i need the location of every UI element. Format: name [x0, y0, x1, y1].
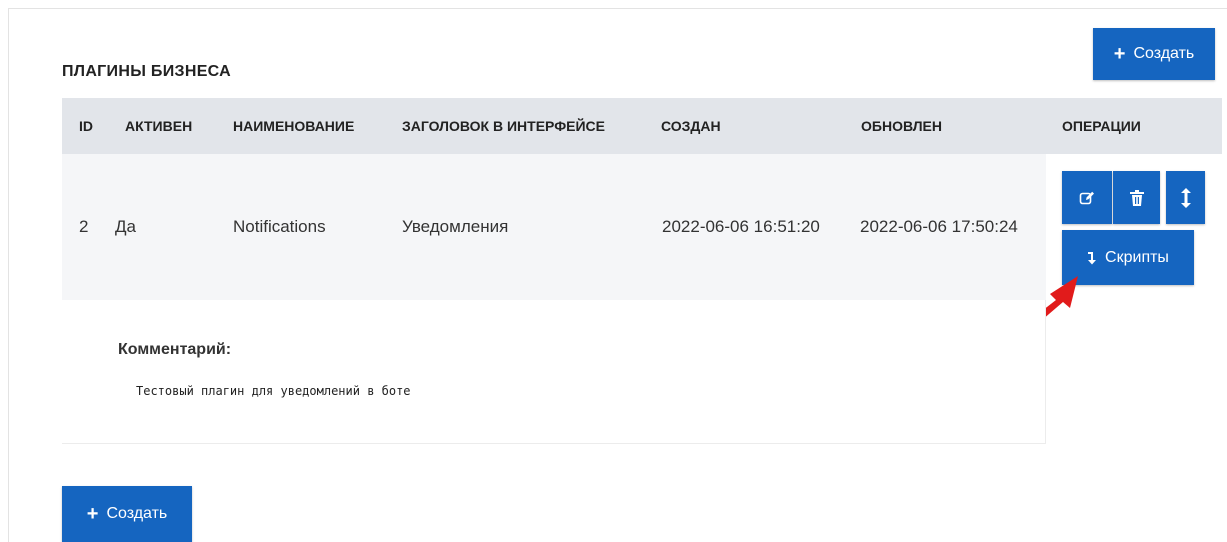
edit-button[interactable]: [1062, 171, 1112, 224]
column-header-name: НАИМЕНОВАНИЕ: [233, 118, 355, 134]
cell-name: Notifications: [233, 217, 326, 236]
cell-active: Да: [115, 217, 136, 236]
trash-icon: [1129, 189, 1144, 206]
column-header-created: СОЗДАН: [661, 118, 721, 134]
comment-label: Комментарий:: [118, 341, 232, 358]
section-title: ПЛАГИНЫ БИЗНЕСА: [62, 63, 231, 80]
comment-text: Тестовый плагин для уведомлений в боте: [136, 384, 411, 398]
comment-section: [62, 300, 1046, 444]
create-button-top[interactable]: + Создать: [1093, 28, 1215, 80]
scripts-button-label: Скрипты: [1105, 248, 1169, 266]
edit-icon: [1079, 190, 1095, 206]
column-header-active: АКТИВЕН: [125, 118, 193, 134]
cell-id: 2: [79, 217, 89, 236]
vertical-arrows-icon: [1180, 187, 1191, 208]
table-header: ID АКТИВЕН НАИМЕНОВАНИЕ ЗАГОЛОВОК В ИНТЕ…: [62, 98, 1222, 154]
plus-icon: +: [1113, 43, 1126, 65]
cell-created: 2022-06-06 16:51:20: [662, 217, 820, 236]
arrow-down-return-icon: [1087, 251, 1097, 265]
cell-interface-title: Уведомления: [402, 217, 509, 236]
create-button-label: Создать: [106, 505, 168, 522]
create-button-label: Создать: [1133, 45, 1195, 62]
column-header-operations: ОПЕРАЦИИ: [1062, 118, 1141, 134]
create-button-bottom[interactable]: + Создать: [62, 486, 192, 542]
column-header-id: ID: [79, 118, 93, 134]
cell-updated: 2022-06-06 17:50:24: [860, 217, 1018, 236]
plus-icon: +: [86, 503, 99, 525]
move-button[interactable]: [1166, 171, 1205, 224]
column-header-updated: ОБНОВЛЕН: [861, 118, 942, 134]
delete-button[interactable]: [1113, 171, 1160, 224]
column-header-interface-title: ЗАГОЛОВОК В ИНТЕРФЕЙСЕ: [402, 118, 605, 134]
